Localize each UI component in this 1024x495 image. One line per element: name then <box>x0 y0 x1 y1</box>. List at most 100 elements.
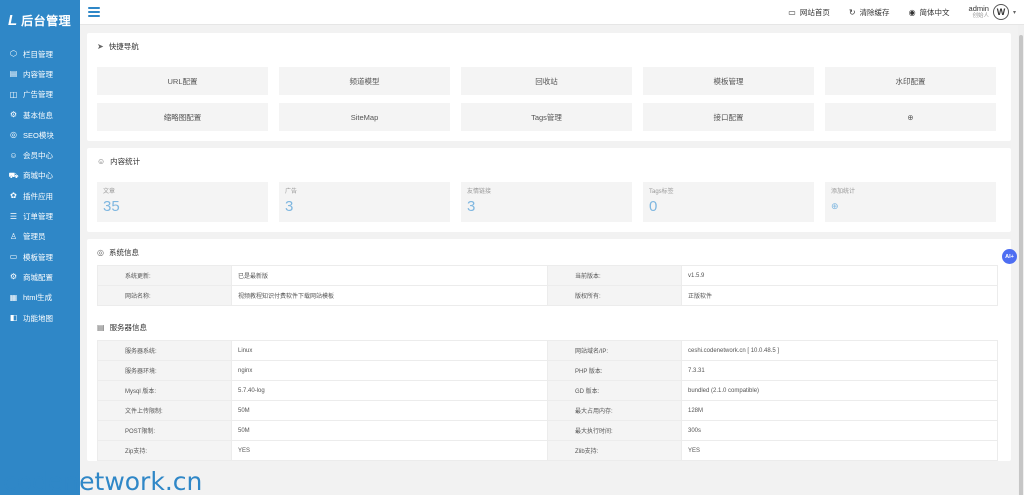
stat-value: 0 <box>649 198 658 215</box>
quick-nav-title: 快捷导航 <box>108 41 139 51</box>
quick-nav-button[interactable]: 接口配置 <box>643 103 814 131</box>
sidebar-item-label: 内容管理 <box>23 69 53 79</box>
info-key: 当前版本: <box>547 265 682 286</box>
sidebar-item[interactable]: ▤ 内容管理 <box>0 64 80 84</box>
add-circle-icon: ⊕ <box>831 201 839 211</box>
sidebar-item-icon: ⛟ <box>8 170 19 180</box>
sidebar-item-icon: ⚙ <box>9 110 18 120</box>
info-value: YES <box>231 440 548 461</box>
menu-toggle-icon[interactable] <box>88 7 100 17</box>
sidebar-item[interactable]: ⛟ 商城中心 <box>0 166 80 186</box>
quick-nav-button[interactable]: 模板管理 <box>643 67 814 95</box>
sidebar-item[interactable]: ⚙ 商城配置 <box>0 267 80 287</box>
info-key: 版权所有: <box>547 285 682 306</box>
sidebar-item-label: 功能地图 <box>23 313 53 323</box>
stat-label: 广告 <box>285 189 298 195</box>
server-icon: ▤ <box>97 322 105 332</box>
sidebar-item[interactable]: ☺ 会员中心 <box>0 145 80 165</box>
system-info-title: 系统信息 <box>108 247 139 257</box>
quick-nav-button[interactable]: 频道模型 <box>279 67 450 95</box>
logo-mark: L <box>8 11 18 29</box>
clear-cache-link[interactable]: ↻ 清除缓存 <box>849 7 890 18</box>
globe-icon: ◉ <box>908 7 916 17</box>
info-key: 网站名称: <box>97 285 232 306</box>
sidebar-item[interactable]: ◫ 广告管理 <box>0 85 80 105</box>
chevron-down-icon[interactable]: ▾ <box>1013 9 1016 16</box>
user-menu[interactable]: admin 创始人 W ▾ <box>969 4 1016 20</box>
ai-assistant-button[interactable]: AI+ <box>1002 249 1017 264</box>
sidebar-item-label: 栏目管理 <box>23 49 53 59</box>
info-card: ◎ 系统信息 系统更新: 已是最新版 当前版本: v1.5.9 网站名称: 视频教程知识付… <box>87 239 1011 461</box>
info-key: 系统更新: <box>97 265 232 286</box>
quick-nav-button[interactable]: SiteMap <box>279 103 450 131</box>
info-key: 文件上传限制: <box>97 400 232 421</box>
info-value: bundled (2.1.0 compatible) <box>681 380 998 401</box>
sidebar-item-label: 管理员 <box>23 232 46 242</box>
info-key: Zlib支持: <box>547 440 682 461</box>
quick-nav-button[interactable]: 缩略图配置 <box>97 103 268 131</box>
add-quick-nav-button[interactable]: ⊕ <box>825 103 996 131</box>
stat-box[interactable]: 文章 35 <box>97 182 268 222</box>
stat-box[interactable]: Tags标签 0 <box>643 182 814 222</box>
sidebar-item-icon: ▤ <box>9 69 18 79</box>
sidebar-item[interactable]: ◧ 功能地图 <box>0 308 80 328</box>
refresh-icon: ↻ <box>848 7 856 17</box>
quick-nav-button[interactable]: 回收站 <box>461 67 632 95</box>
scrollbar-thumb[interactable] <box>1019 35 1023 495</box>
add-circle-icon: ⊕ <box>907 112 914 122</box>
info-key: POST限制: <box>97 420 232 441</box>
sidebar-item[interactable]: ◎ SEO模块 <box>0 125 80 145</box>
table-row: Mysql 版本: 5.7.40-log GD 版本: bundled (2.1.0 … <box>97 380 998 401</box>
sidebar-item-label: 模板管理 <box>23 252 53 262</box>
logo[interactable]: L 后台管理 <box>0 0 80 40</box>
sidebar-nav: ⬡ 栏目管理 ▤ 内容管理 ◫ 广告管理 ⚙ 基本信息 ◎ SEO模块 ☺ 会员中心 ⛟ 商城中心 ✿ 插件应… <box>0 44 80 328</box>
table-row: 服务器环境: nginx PHP 版本: 7.3.31 <box>97 360 998 381</box>
info-key: 网站域名/IP: <box>547 340 682 361</box>
sidebar-item-icon: ◫ <box>9 89 18 99</box>
sidebar-item-icon: ⬡ <box>10 49 17 59</box>
stat-value: 3 <box>467 198 476 215</box>
stat-box[interactable]: 友情链接 3 <box>461 182 632 222</box>
system-info-table: 系统更新: 已是最新版 当前版本: v1.5.9 网站名称: 视频教程知识付费软件下载网站… <box>97 265 998 306</box>
scrollbar[interactable] <box>1018 25 1024 495</box>
sidebar-item[interactable]: ⚙ 基本信息 <box>0 105 80 125</box>
send-icon: ➤ <box>97 41 104 51</box>
logo-text: 后台管理 <box>21 13 72 28</box>
sidebar-item-label: 订单管理 <box>23 212 53 222</box>
sidebar-item-label: 广告管理 <box>23 90 53 100</box>
info-value: YES <box>681 440 998 461</box>
site-home-link[interactable]: ▭ 网站首页 <box>788 7 830 18</box>
sidebar: L 后台管理 ⬡ 栏目管理 ▤ 内容管理 ◫ 广告管理 ⚙ 基本信息 ◎ SEO模块 ☺ 会员中心 ⛟ 商… <box>0 0 80 495</box>
avatar[interactable]: W <box>992 4 1009 20</box>
sidebar-item[interactable]: ☰ 订单管理 <box>0 206 80 226</box>
add-stat-button[interactable]: 添加统计 ⊕ <box>825 182 996 222</box>
info-value: 50M <box>231 420 548 441</box>
sidebar-item-label: 会员中心 <box>23 151 53 161</box>
info-value: 300s <box>681 420 998 441</box>
sidebar-item-icon: ▭ <box>9 252 18 262</box>
quick-nav-button[interactable]: Tags管理 <box>461 103 632 131</box>
info-key: Zip支持: <box>97 440 232 461</box>
sidebar-item-icon: ♙ <box>9 231 18 241</box>
sidebar-item[interactable]: ♙ 管理员 <box>0 227 80 247</box>
info-value: 128M <box>681 400 998 421</box>
stat-label: 友情链接 <box>467 189 492 195</box>
quick-nav-button[interactable]: URL配置 <box>97 67 268 95</box>
sidebar-item[interactable]: ⬡ 栏目管理 <box>0 44 80 64</box>
content-stats-title: 内容统计 <box>110 156 141 166</box>
language-label: 简体中文 <box>919 7 950 17</box>
quick-nav-grid: URL配置 频道模型 回收站 模板管理 水印配置缩略图配置 SiteMap Tags管理 接口… <box>87 59 1011 141</box>
language-link[interactable]: ◉ 简体中文 <box>909 7 950 18</box>
sidebar-item[interactable]: ✿ 插件应用 <box>0 186 80 206</box>
sidebar-item-icon: ☺ <box>9 150 18 160</box>
table-row: 系统更新: 已是最新版 当前版本: v1.5.9 <box>97 265 998 286</box>
info-value: ceshi.codenetwork.cn [ 10.0.48.5 ] <box>681 340 998 361</box>
stat-box[interactable]: 广告 3 <box>279 182 450 222</box>
sidebar-item[interactable]: ▭ 模板管理 <box>0 247 80 267</box>
info-value: nginx <box>231 360 548 381</box>
info-value: 7.3.31 <box>681 360 998 381</box>
quick-nav-button[interactable]: 水印配置 <box>825 67 996 95</box>
info-key: Mysql 版本: <box>97 380 232 401</box>
table-row: 文件上传限制: 50M 最大占用内存: 128M <box>97 400 998 421</box>
sidebar-item[interactable]: ▦ html生成 <box>0 288 80 308</box>
